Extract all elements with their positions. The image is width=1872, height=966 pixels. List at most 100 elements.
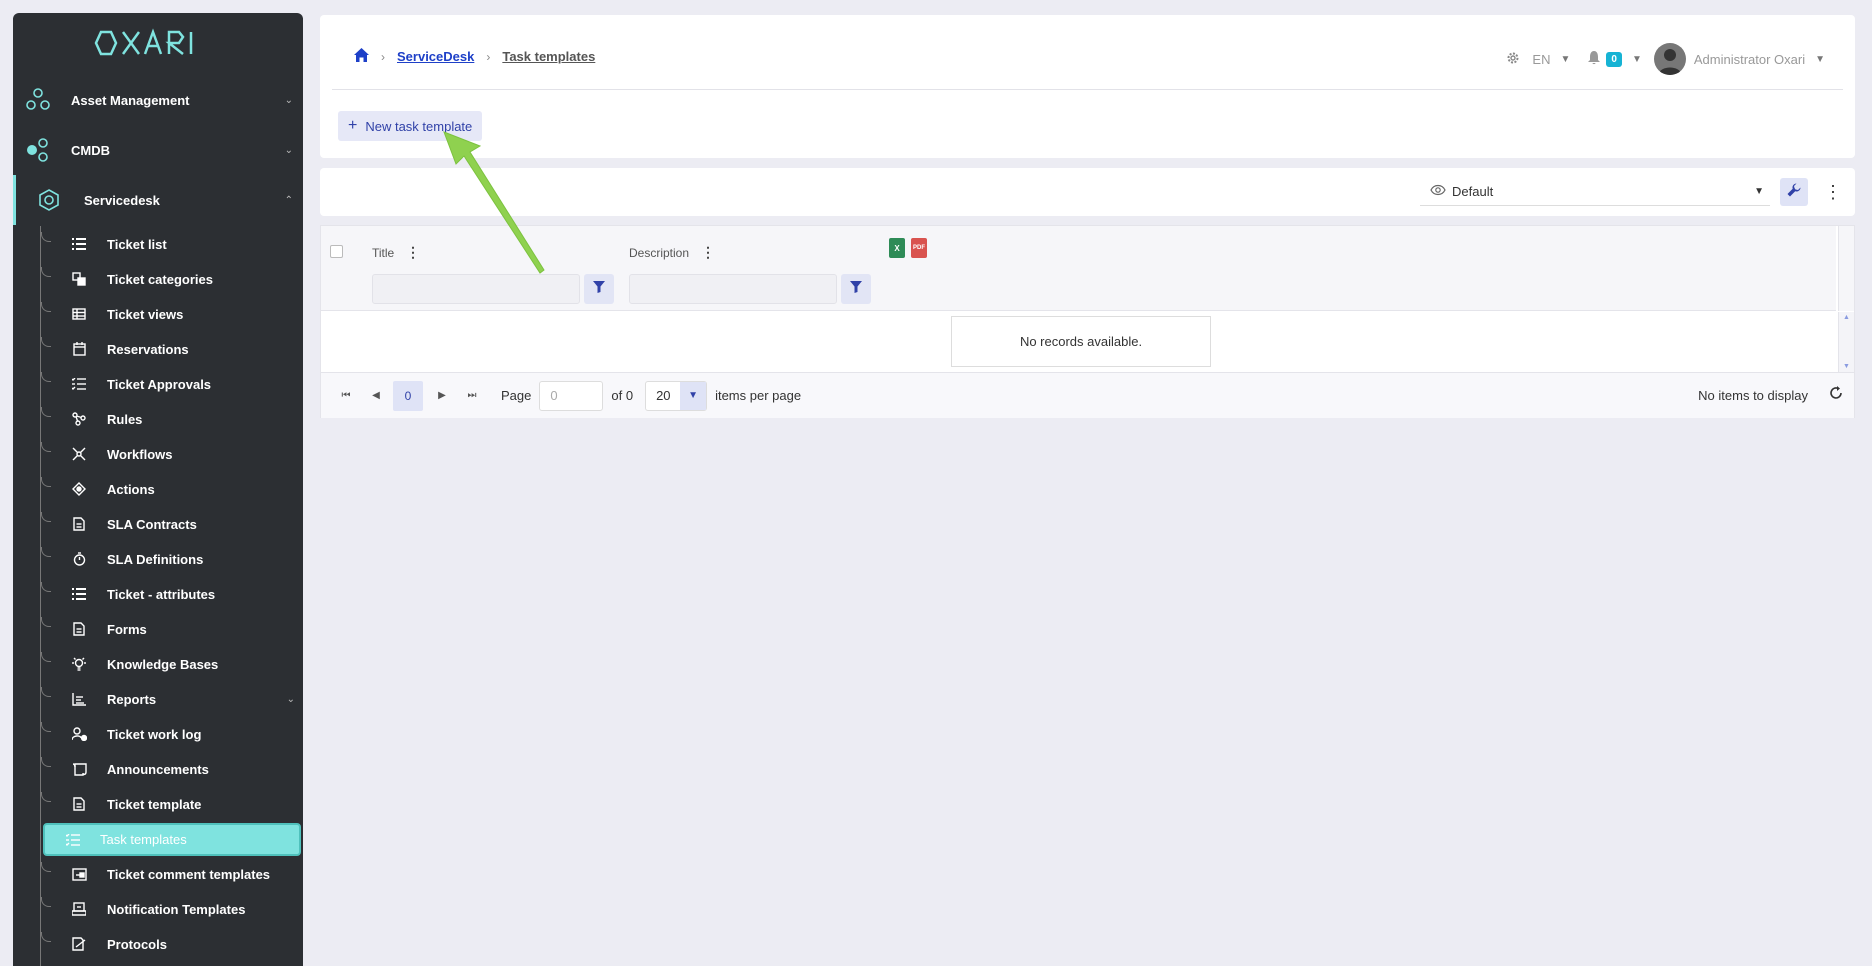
column-title[interactable]: Title <box>372 246 394 260</box>
tree-branch <box>41 407 51 417</box>
servicedesk-icon <box>36 187 62 213</box>
sidebar-item-knowledge-bases[interactable]: Knowledge Bases <box>41 648 299 680</box>
nav-servicedesk[interactable]: Servicedesk ⌃ <box>13 175 303 225</box>
comment-template-icon <box>71 866 87 882</box>
more-options-icon[interactable]: ⋮ <box>1824 180 1842 204</box>
plus-icon: + <box>348 117 358 134</box>
header-scroll-gutter <box>1838 226 1854 311</box>
sidebar-item-forms[interactable]: Forms <box>41 613 299 645</box>
caret-down-icon[interactable]: ▼ <box>680 381 707 410</box>
sidebar-item-sla-definitions[interactable]: SLA Definitions <box>41 543 299 575</box>
view-selector[interactable]: Default ▼ <box>1420 178 1770 206</box>
categories-icon <box>71 271 87 287</box>
sidebar-item-ticket-template[interactable]: Ticket template <box>41 788 299 820</box>
sidebar-item-workflows[interactable]: Workflows <box>41 438 299 470</box>
vertical-scrollbar[interactable]: ▲ ▼ <box>1838 312 1854 372</box>
sidebar-item-label: Knowledge Bases <box>107 656 219 672</box>
caret-down-icon[interactable]: ▼ <box>1815 54 1825 65</box>
page-size-select[interactable]: 20 ▼ <box>645 380 708 411</box>
divider <box>332 89 1843 90</box>
scroll-up-icon[interactable]: ▲ <box>1843 314 1850 321</box>
sidebar-item-label: Ticket template <box>107 796 202 812</box>
caret-down-icon[interactable]: ▼ <box>1560 54 1570 65</box>
caret-down-icon[interactable]: ▼ <box>1632 54 1642 65</box>
sidebar-item-notification-templates[interactable]: Notification Templates <box>41 893 299 925</box>
notification-badge[interactable]: 0 <box>1606 51 1622 67</box>
sidebar-item-reservations[interactable]: Reservations <box>41 333 299 365</box>
prev-page-icon[interactable]: ◀ <box>365 385 387 407</box>
sidebar-item-reports[interactable]: Reports ⌄ <box>41 683 299 715</box>
breadcrumb-servicedesk[interactable]: ServiceDesk <box>397 49 474 64</box>
nav-asset-management[interactable]: Asset Management ⌄ <box>13 75 303 125</box>
nav-cmdb[interactable]: CMDB ⌄ <box>13 125 303 175</box>
settings-wrench-button[interactable] <box>1780 178 1808 206</box>
first-page-icon[interactable]: ⏮ <box>335 385 357 407</box>
sidebar-item-ticket-categories[interactable]: Ticket categories <box>41 263 299 295</box>
column-menu-icon[interactable]: ⋮ <box>406 244 420 261</box>
sidebar-item-ticket-work-log[interactable]: Ticket work log <box>41 718 299 750</box>
home-icon[interactable] <box>354 48 369 65</box>
title-filter-button[interactable] <box>584 274 614 304</box>
column-menu-icon[interactable]: ⋮ <box>701 244 715 261</box>
sidebar-item-announcements[interactable]: Announcements <box>41 753 299 785</box>
tree-branch <box>41 722 51 732</box>
sidebar-item-label: Forms <box>107 621 147 637</box>
empty-message: No records available. <box>951 316 1211 367</box>
user-name[interactable]: Administrator Oxari <box>1694 52 1805 67</box>
sidebar-item-label: Ticket comment templates <box>107 866 271 882</box>
language-selector[interactable]: EN <box>1532 52 1550 67</box>
sidebar-item-actions[interactable]: Actions <box>41 473 299 505</box>
description-filter-button[interactable] <box>841 274 871 304</box>
avatar[interactable] <box>1653 43 1686 75</box>
header-card: › ServiceDesk › Task templates EN ▼ 0 ▼ … <box>320 15 1855 158</box>
pager-status: No items to display <box>1698 388 1808 403</box>
new-task-template-button[interactable]: + New task template <box>338 111 483 141</box>
sidebar-item-ticket-views[interactable]: Ticket views <box>41 298 299 330</box>
oxari-logo-mark <box>94 28 193 56</box>
checklist-icon <box>71 376 87 392</box>
scroll-down-icon[interactable]: ▼ <box>1843 363 1850 370</box>
sidebar-item-ticket-approvals[interactable]: Ticket Approvals <box>41 368 299 400</box>
header-actions: EN ▼ 0 ▼ Administrator Oxari ▼ <box>1506 43 1825 75</box>
sidebar-item-sla-contracts[interactable]: SLA Contracts <box>41 508 299 540</box>
breadcrumb-current[interactable]: Task templates <box>502 49 595 64</box>
chevron-down-icon: ⌄ <box>284 144 293 156</box>
sidebar-item-label: Reservations <box>107 341 189 357</box>
select-all-checkbox[interactable] <box>330 245 343 258</box>
sidebar-item-ticket-comment-templates[interactable]: Ticket comment templates <box>41 858 299 890</box>
column-description[interactable]: Description <box>629 246 689 260</box>
sidebar-item-label: Rules <box>107 411 143 427</box>
chevron-down-icon: ⌄ <box>284 94 293 106</box>
last-page-icon[interactable]: ⏭ <box>461 385 483 407</box>
hexagon-nodes-icon <box>25 137 51 163</box>
pdf-export-icon[interactable]: PDF <box>911 238 927 258</box>
sidebar-item-label: Ticket list <box>107 236 167 252</box>
bell-icon[interactable] <box>1588 50 1601 68</box>
grid-header: Title ⋮ Description ⋮ X PDF <box>321 226 1836 311</box>
description-filter-input[interactable] <box>629 274 837 304</box>
sidebar-item-label: Actions <box>107 481 155 497</box>
sidebar-item-label: Ticket categories <box>107 271 213 287</box>
sidebar-item-ticket-list[interactable]: Ticket list <box>41 228 299 260</box>
scroll-icon <box>71 761 87 777</box>
settings-gear-icon[interactable] <box>1506 51 1520 68</box>
notification-template-icon <box>71 901 87 917</box>
excel-export-icon[interactable]: X <box>889 238 905 258</box>
sidebar-item-label: Announcements <box>107 761 209 777</box>
wrench-icon <box>1787 182 1801 202</box>
next-page-icon[interactable]: ▶ <box>431 385 453 407</box>
sidebar-item-task-templates[interactable]: Task templates <box>43 823 301 856</box>
chevron-up-icon: ⌃ <box>284 194 293 206</box>
refresh-icon[interactable] <box>1828 385 1844 406</box>
current-page-button[interactable]: 0 <box>393 380 423 411</box>
page-input[interactable]: 0 <box>539 380 604 411</box>
oxari-logo[interactable] <box>13 13 303 73</box>
sidebar-item-rules[interactable]: Rules <box>41 403 299 435</box>
sidebar-item-ticket-attributes[interactable]: Ticket - attributes <box>41 578 299 610</box>
tree-branch <box>41 337 51 347</box>
document-icon <box>71 621 87 637</box>
caret-down-icon: ▼ <box>1754 186 1764 197</box>
tree-branch <box>41 687 51 697</box>
sidebar-item-protocols[interactable]: Protocols <box>41 928 299 960</box>
title-filter-input[interactable] <box>372 274 580 304</box>
